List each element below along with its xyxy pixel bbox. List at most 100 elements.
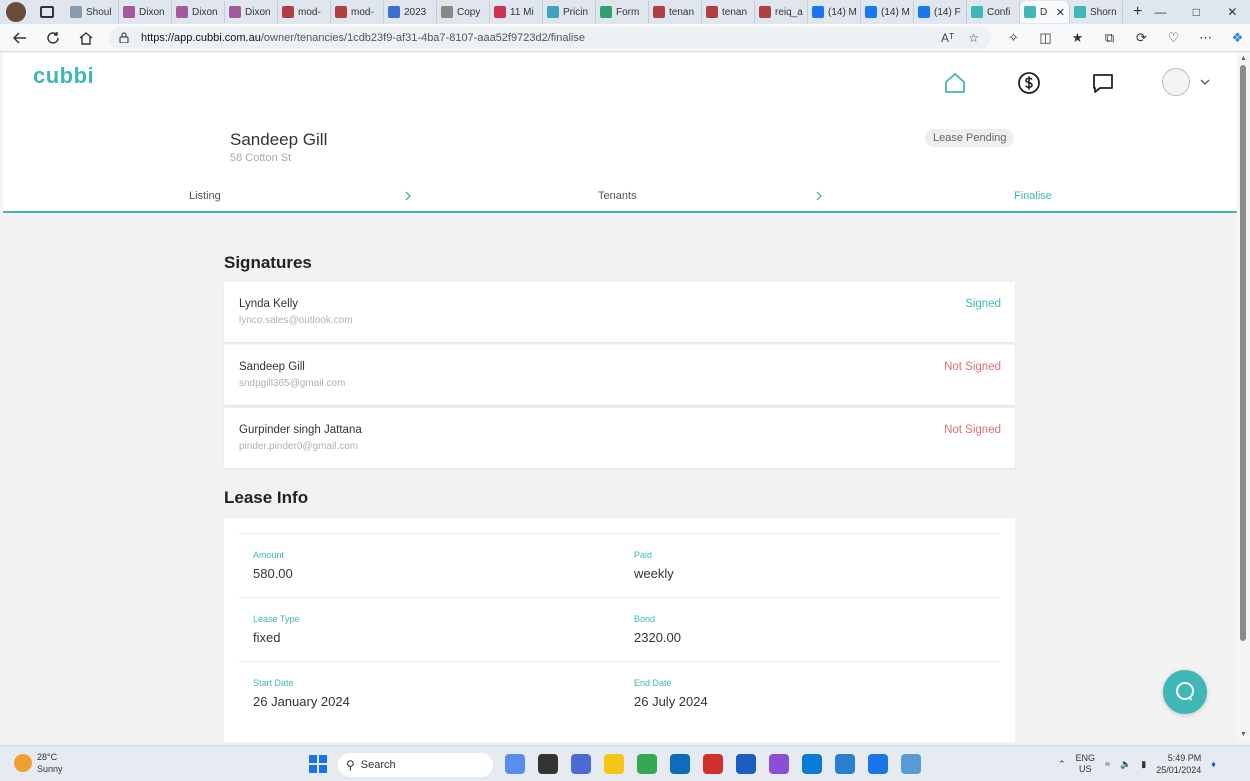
taskbar-app-icon[interactable]: [703, 754, 723, 774]
taskbar-app-icon[interactable]: [505, 754, 525, 774]
user-avatar[interactable]: [1162, 68, 1190, 96]
favorites-icon[interactable]: ★: [1069, 29, 1086, 46]
browser-tab[interactable]: mod-: [278, 1, 331, 23]
collections-icon[interactable]: ⧉: [1101, 29, 1118, 46]
taskbar-app-icon[interactable]: [571, 754, 591, 774]
page-scrollbar[interactable]: ▲ ▼: [1237, 53, 1250, 742]
browser-tab[interactable]: Dixon: [119, 1, 172, 23]
sun-icon: [14, 754, 32, 772]
tab-actions-icon[interactable]: [40, 6, 54, 18]
home-nav-icon[interactable]: [943, 71, 967, 95]
signature-status: Signed: [965, 298, 1001, 310]
cubbi-logo[interactable]: cubbi: [33, 63, 94, 89]
browser-profile-avatar[interactable]: [6, 2, 26, 22]
step-listing[interactable]: Listing: [189, 190, 221, 202]
step-finalise[interactable]: Finalise: [1014, 190, 1052, 202]
windows-start-icon[interactable]: [309, 755, 327, 773]
step-tenants[interactable]: Tenants: [598, 190, 637, 202]
split-screen-icon[interactable]: ◫: [1037, 29, 1054, 46]
browser-tab[interactable]: tenan: [649, 1, 702, 23]
taskbar-app-icon[interactable]: [802, 754, 822, 774]
lease-value: 26 January 2024: [253, 694, 350, 709]
taskbar-search[interactable]: ⚲ Search: [338, 753, 493, 777]
tab-label: mod-: [351, 6, 374, 18]
scroll-thumb[interactable]: [1240, 65, 1246, 641]
refresh-button[interactable]: [40, 25, 66, 51]
close-window-button[interactable]: ✕: [1214, 0, 1250, 24]
tab-favicon-icon: [547, 6, 559, 18]
lease-field-lease-type: Lease Type fixed: [253, 614, 299, 645]
tab-favicon-icon: [918, 6, 930, 18]
browser-tab[interactable]: tenan: [702, 1, 755, 23]
minimize-button[interactable]: —: [1142, 0, 1178, 24]
close-tab-icon[interactable]: ✕: [1056, 6, 1065, 19]
taskbar-app-icon[interactable]: [637, 754, 657, 774]
browser-tab[interactable]: Copy: [437, 1, 490, 23]
clock[interactable]: 5:49 PM 25/01/2024: [1156, 752, 1201, 776]
taskbar-app-icon[interactable]: [868, 754, 888, 774]
history-icon[interactable]: ⟳: [1133, 29, 1150, 46]
browser-tab[interactable]: (14) M: [808, 1, 861, 23]
lease-value: 26 July 2024: [634, 694, 708, 709]
browser-tab[interactable]: reiq_a: [755, 1, 808, 23]
chat-icon: [1176, 682, 1194, 701]
browser-tab[interactable]: Pricin: [543, 1, 596, 23]
favorite-star-icon[interactable]: ☆: [968, 31, 979, 45]
browser-tabs: Shoul Dixon Dixon Dixon mod-mod- 2023 Copy 11 M…: [66, 0, 1123, 24]
battery-icon[interactable]: ▮: [1141, 759, 1146, 770]
dollar-nav-icon[interactable]: [1017, 71, 1041, 95]
browser-tab[interactable]: Dixon: [225, 1, 278, 23]
signature-card: Sandeep Gill sndpgill365@gmail.com Not S…: [224, 345, 1015, 405]
taskbar-apps: [505, 754, 921, 774]
browser-tab[interactable]: (14) M: [861, 1, 914, 23]
browser-tab[interactable]: 2023: [384, 1, 437, 23]
tab-favicon-icon: [494, 6, 506, 18]
tenant-name: Sandeep Gill: [230, 130, 328, 149]
lease-row: Amount 580.00 Paid weekly: [239, 533, 1000, 597]
window-controls: — □ ✕: [1142, 0, 1250, 24]
wifi-icon[interactable]: ≈: [1105, 759, 1110, 769]
taskbar-app-icon[interactable]: [538, 754, 558, 774]
browser-tab[interactable]: Confi: [967, 1, 1020, 23]
browser-tab[interactable]: mod-: [331, 1, 384, 23]
browser-tab[interactable]: Shoul: [66, 1, 119, 23]
taskbar-app-icon[interactable]: [670, 754, 690, 774]
browser-tab[interactable]: Shorn: [1070, 1, 1123, 23]
taskbar-app-icon[interactable]: [604, 754, 624, 774]
taskbar-app-icon[interactable]: [736, 754, 756, 774]
copilot-icon[interactable]: ❖: [1229, 29, 1246, 46]
signature-card: Gurpinder singh Jattana pinder.pinder0@g…: [224, 408, 1015, 468]
browser-tab[interactable]: 11 Mi: [490, 1, 543, 23]
read-aloud-icon[interactable]: Aᵀ: [941, 31, 954, 45]
lease-label: Amount: [253, 550, 285, 560]
tab-favicon-icon: [441, 6, 453, 18]
scroll-down-icon[interactable]: ▼: [1240, 731, 1247, 738]
browser-essentials-icon[interactable]: ♡: [1165, 29, 1182, 46]
messages-nav-icon[interactable]: [1091, 71, 1115, 95]
weather-widget[interactable]: 28°C Sunny: [14, 751, 63, 775]
maximize-button[interactable]: □: [1178, 0, 1214, 24]
volume-icon[interactable]: 🔈: [1120, 759, 1131, 770]
taskbar-app-icon[interactable]: [901, 754, 921, 774]
extensions-icon[interactable]: ✧: [1005, 29, 1022, 46]
taskbar-app-icon[interactable]: [835, 754, 855, 774]
user-menu[interactable]: [1162, 68, 1210, 96]
home-button[interactable]: [73, 25, 99, 51]
browser-tab[interactable]: Form: [596, 1, 649, 23]
tray-chevron-up-icon[interactable]: ⌃: [1058, 759, 1066, 770]
more-options-icon[interactable]: ⋯: [1197, 29, 1214, 46]
url-field[interactable]: https://app.cubbi.com.au/owner/tenancies…: [109, 26, 991, 49]
notification-bell-icon[interactable]: ♦: [1211, 759, 1216, 769]
taskbar-app-icon[interactable]: [769, 754, 789, 774]
signature-status: Not Signed: [944, 424, 1001, 436]
back-button[interactable]: [7, 25, 33, 51]
signer-email: pinder.pinder0@gmail.com: [239, 441, 359, 452]
arrow-left-icon: [13, 31, 26, 44]
support-chat-button[interactable]: [1163, 670, 1207, 714]
browser-tab[interactable]: Dixon: [172, 1, 225, 23]
new-tab-button[interactable]: +: [1133, 3, 1142, 21]
language-indicator[interactable]: ENG US: [1076, 753, 1096, 775]
browser-tab[interactable]: D ✕: [1020, 1, 1070, 23]
scroll-up-icon[interactable]: ▲: [1240, 55, 1247, 62]
browser-tab[interactable]: (14) F: [914, 1, 967, 23]
